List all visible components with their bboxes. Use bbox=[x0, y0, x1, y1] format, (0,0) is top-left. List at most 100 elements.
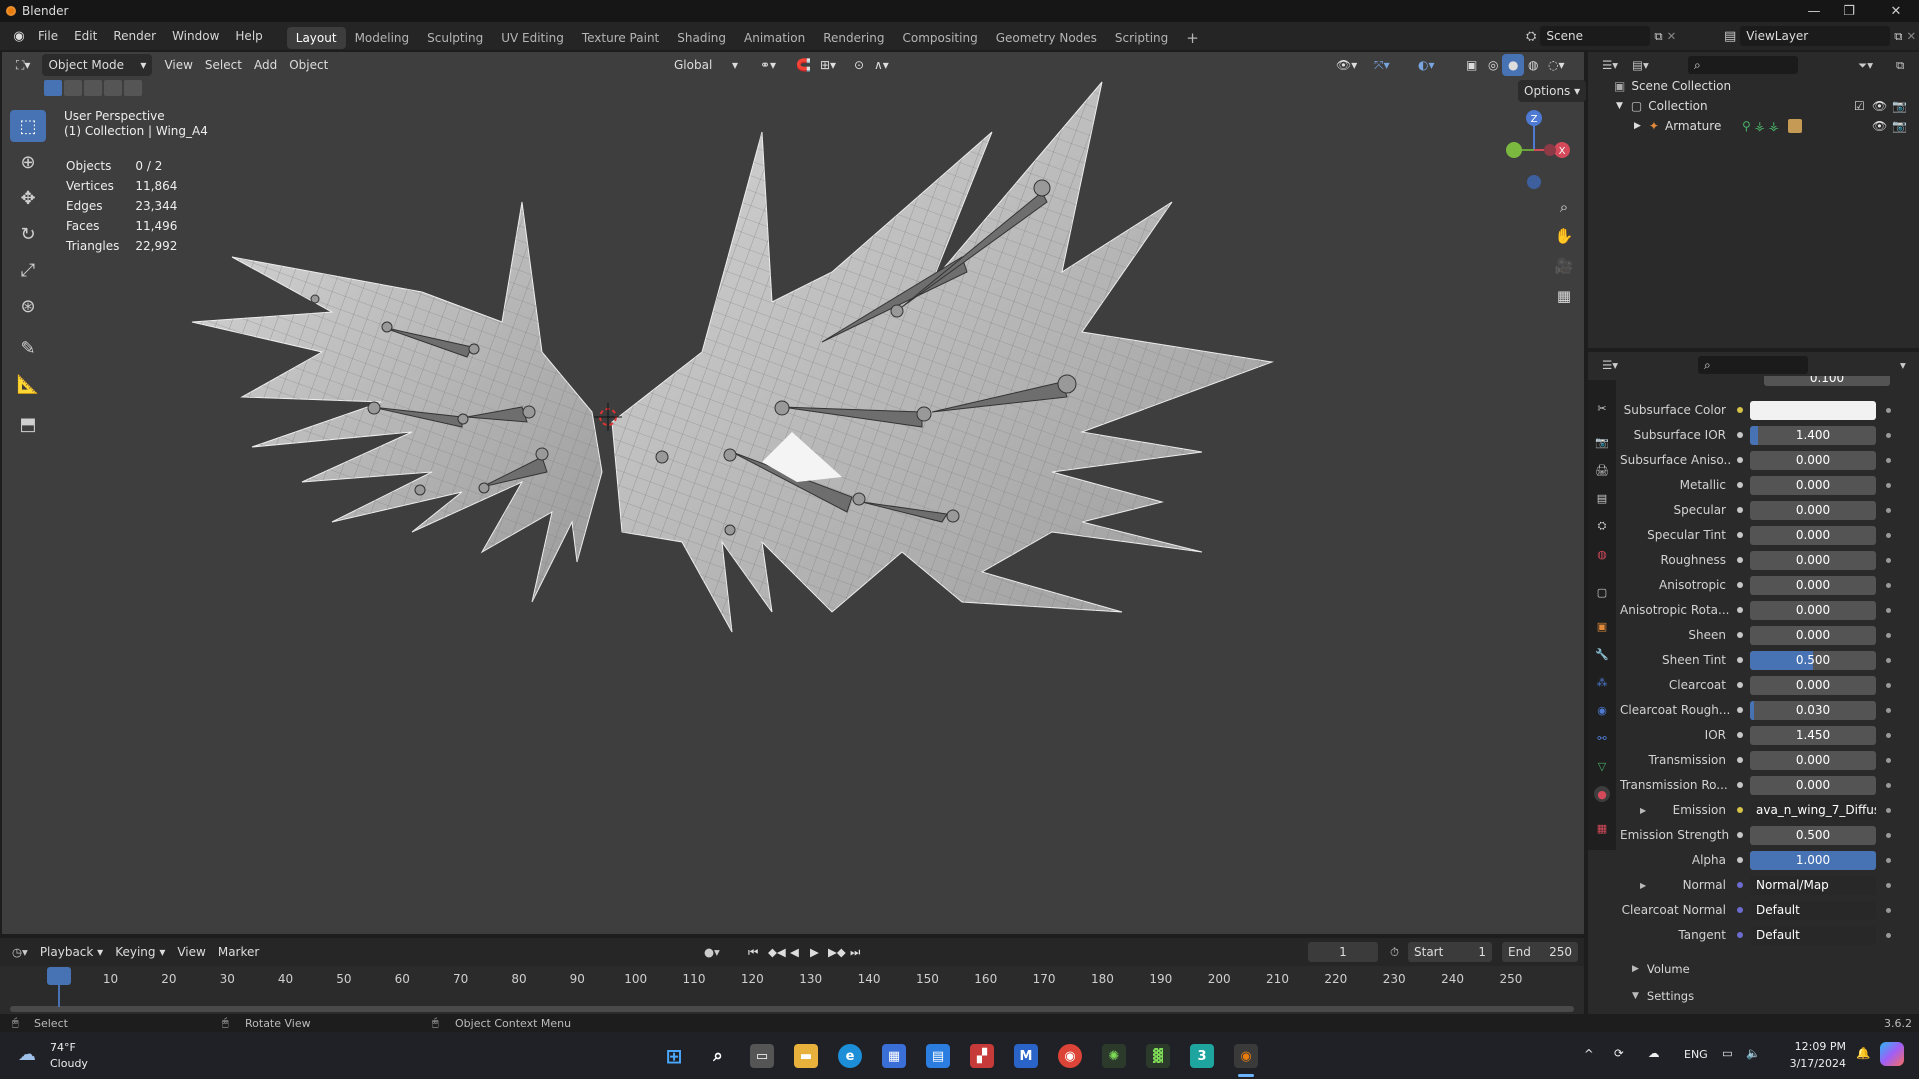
outliner-search-input[interactable]: ⌕ bbox=[1688, 56, 1798, 74]
camera-render-icon[interactable]: 📷 bbox=[1892, 119, 1907, 133]
copilot-icon[interactable] bbox=[1880, 1042, 1904, 1066]
add-workspace-button[interactable]: + bbox=[1177, 27, 1208, 49]
timeline-scrollbar[interactable] bbox=[10, 1006, 1574, 1012]
socket-dot-icon[interactable] bbox=[1734, 504, 1746, 516]
tray-chevron-icon[interactable]: ^ bbox=[1584, 1047, 1594, 1061]
property-value-slider[interactable]: 0.000 bbox=[1750, 600, 1876, 620]
view-layer-tab-icon[interactable]: ▤ bbox=[1594, 490, 1610, 506]
animate-property-icon[interactable] bbox=[1886, 907, 1891, 913]
weather-condition[interactable]: Cloudy bbox=[50, 1057, 88, 1070]
tab-layout[interactable]: Layout bbox=[286, 26, 346, 49]
select-invert-icon[interactable] bbox=[104, 80, 122, 96]
windows-start-icon[interactable]: ⊞ bbox=[662, 1044, 686, 1068]
viewlayer-icon[interactable]: ▤ bbox=[1724, 29, 1736, 44]
viewport-menu-object[interactable]: Object bbox=[283, 54, 334, 76]
socket-dot-icon[interactable] bbox=[1734, 429, 1746, 441]
volume-panel-header[interactable]: ▶ Volume bbox=[1632, 959, 1919, 979]
socket-dot-icon[interactable] bbox=[1734, 654, 1746, 666]
pan-hand-icon[interactable]: ✋ bbox=[1550, 222, 1578, 250]
property-value-slider[interactable]: 0.000 bbox=[1750, 500, 1876, 520]
annotate-tool-icon[interactable]: ✎ bbox=[10, 332, 46, 364]
modifier-tab-icon[interactable]: 🔧 bbox=[1594, 646, 1610, 662]
menu-file[interactable]: File bbox=[30, 22, 66, 50]
perspective-grid-icon[interactable]: ▦ bbox=[1550, 282, 1578, 310]
animate-property-icon[interactable] bbox=[1886, 532, 1891, 538]
keying-menu[interactable]: Keying ▾ bbox=[109, 941, 171, 963]
animate-property-icon[interactable] bbox=[1886, 857, 1891, 863]
marker-menu[interactable]: Marker bbox=[212, 941, 265, 963]
proportional-edit-icon[interactable]: ⊙ bbox=[848, 54, 870, 76]
subsurface-color-swatch[interactable] bbox=[1750, 400, 1876, 420]
app-grid-icon[interactable]: ▞ bbox=[970, 1044, 994, 1068]
select-extend-icon[interactable] bbox=[64, 80, 82, 96]
outliner-row-label[interactable]: Armature bbox=[1665, 119, 1721, 133]
network-icon[interactable]: ▭ bbox=[1722, 1046, 1733, 1060]
play-reverse-icon[interactable]: ◀ bbox=[790, 945, 799, 959]
scene-icon[interactable]: ⛭ bbox=[1526, 29, 1536, 44]
eye-icon[interactable]: 👁 bbox=[1872, 99, 1887, 113]
weather-temp[interactable]: 74°F bbox=[50, 1041, 76, 1054]
scale-tool-icon[interactable]: ⤢ bbox=[10, 254, 46, 286]
camera-view-icon[interactable]: 🎥 bbox=[1550, 252, 1578, 280]
property-value-slider[interactable]: 0.500 bbox=[1750, 650, 1876, 670]
property-value-slider[interactable]: 1.000 bbox=[1750, 850, 1876, 870]
animate-property-icon[interactable] bbox=[1886, 882, 1891, 888]
edge-icon[interactable]: e bbox=[838, 1044, 862, 1068]
animate-property-icon[interactable] bbox=[1886, 507, 1891, 513]
tool-tab-icon[interactable]: ✂ bbox=[1594, 400, 1610, 416]
record-keyframe-icon[interactable]: ●▾ bbox=[704, 945, 720, 959]
add-cube-tool-icon[interactable]: ⬒ bbox=[10, 408, 46, 440]
file-explorer-icon[interactable]: ▬ bbox=[794, 1044, 818, 1068]
animate-property-icon[interactable] bbox=[1886, 457, 1891, 463]
property-link-field[interactable]: ava_n_wing_7_Diffuse bbox=[1750, 800, 1876, 820]
overlay-toggle-icon[interactable]: ◐▾ bbox=[1412, 54, 1441, 76]
property-value-slider[interactable]: 0.000 bbox=[1750, 775, 1876, 795]
socket-dot-icon[interactable] bbox=[1734, 729, 1746, 741]
constraints-tab-icon[interactable]: ⚯ bbox=[1594, 730, 1610, 746]
playback-menu[interactable]: Playback ▾ bbox=[34, 941, 109, 963]
animate-property-icon[interactable] bbox=[1886, 807, 1891, 813]
menu-render[interactable]: Render bbox=[105, 22, 164, 50]
menu-window[interactable]: Window bbox=[164, 22, 227, 50]
app-3-icon[interactable]: 3 bbox=[1190, 1044, 1214, 1068]
animate-property-icon[interactable] bbox=[1886, 607, 1891, 613]
3d-viewport[interactable] bbox=[2, 52, 1584, 934]
tab-rendering[interactable]: Rendering bbox=[814, 27, 893, 49]
property-value-slider[interactable]: 0.000 bbox=[1750, 550, 1876, 570]
delete-scene-icon[interactable]: ✕ bbox=[1667, 29, 1677, 43]
property-value-slider[interactable]: 0.000 bbox=[1750, 750, 1876, 770]
socket-dot-icon[interactable] bbox=[1734, 854, 1746, 866]
move-tool-icon[interactable]: ✥ bbox=[10, 182, 46, 214]
jump-start-icon[interactable]: ⏮ bbox=[748, 945, 758, 960]
collection-tab-icon[interactable]: ▢ bbox=[1594, 584, 1610, 600]
visibility-icon[interactable]: 👁▾ bbox=[1330, 54, 1363, 76]
filter-icon[interactable]: ⏷▾ bbox=[1858, 58, 1873, 73]
select-new-icon[interactable] bbox=[44, 80, 62, 96]
viewport-menu-add[interactable]: Add bbox=[248, 54, 283, 76]
animate-property-icon[interactable] bbox=[1886, 707, 1891, 713]
tab-compositing[interactable]: Compositing bbox=[893, 27, 986, 49]
delete-viewlayer-icon[interactable]: ✕ bbox=[1907, 29, 1917, 43]
tab-shading[interactable]: Shading bbox=[668, 27, 735, 49]
scene-tab-icon[interactable]: ⛭ bbox=[1594, 518, 1610, 534]
prev-keyframe-icon[interactable]: ◆◀ bbox=[768, 945, 786, 959]
current-frame-field[interactable]: 1 bbox=[1308, 942, 1378, 962]
texture-tab-icon[interactable]: ▦ bbox=[1594, 820, 1610, 836]
viewlayer-name-field[interactable]: ViewLayer bbox=[1740, 26, 1891, 46]
properties-search-input[interactable]: ⌕ bbox=[1698, 356, 1808, 374]
property-value-slider[interactable]: 0.500 bbox=[1750, 825, 1876, 845]
next-keyframe-icon[interactable]: ▶◆ bbox=[828, 945, 846, 959]
orientation-dropdown[interactable]: Global ▾ bbox=[668, 54, 744, 76]
expand-arrow-icon[interactable]: ▼ bbox=[1616, 101, 1623, 111]
socket-dot-icon[interactable] bbox=[1734, 404, 1746, 416]
maximize-button[interactable]: ❐ bbox=[1826, 0, 1872, 22]
animate-property-icon[interactable] bbox=[1886, 732, 1891, 738]
socket-dot-icon[interactable] bbox=[1734, 529, 1746, 541]
animate-property-icon[interactable] bbox=[1886, 432, 1891, 438]
animate-property-icon[interactable] bbox=[1886, 407, 1891, 413]
app-icon[interactable]: ▦ bbox=[882, 1044, 906, 1068]
property-link-field[interactable]: Default bbox=[1750, 900, 1876, 920]
options-dropdown[interactable]: Options ▾ bbox=[1518, 80, 1587, 102]
new-collection-icon[interactable]: ⧉ bbox=[1896, 58, 1904, 73]
falloff-icon[interactable]: ∧▾ bbox=[868, 54, 895, 76]
